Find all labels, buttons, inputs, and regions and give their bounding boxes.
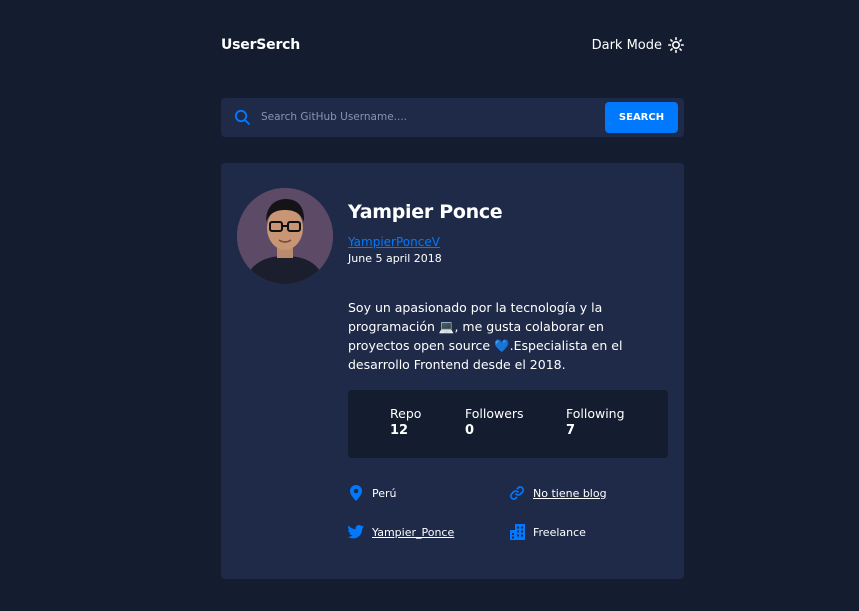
stat-following: Following 7 xyxy=(566,406,625,438)
location-text: Perú xyxy=(372,486,397,500)
building-icon xyxy=(509,524,525,540)
twitter-row: Yampier_Ponce xyxy=(348,524,454,540)
search-button[interactable]: SEARCH xyxy=(605,102,678,133)
stat-label: Following xyxy=(566,406,625,421)
profile-card: Yampier Ponce YampierPonceV June 5 april… xyxy=(221,163,684,579)
sun-icon xyxy=(668,37,684,53)
twitter-link[interactable]: Yampier_Ponce xyxy=(372,526,454,539)
link-icon xyxy=(509,485,525,501)
profile-name: Yampier Ponce xyxy=(348,201,503,223)
stat-value: 7 xyxy=(566,423,576,438)
stat-label: Followers xyxy=(465,406,524,421)
blog-link[interactable]: No tiene blog xyxy=(533,487,607,500)
profile-login-link[interactable]: YampierPonceV xyxy=(348,235,440,249)
search-icon xyxy=(234,109,251,130)
stats-panel: Repo 12 Followers 0 Following 7 xyxy=(348,390,668,458)
stat-label: Repo xyxy=(390,406,422,421)
search-bar: SEARCH xyxy=(221,98,684,137)
app-title: UserSerch xyxy=(221,37,301,53)
stat-value: 12 xyxy=(390,423,409,438)
avatar xyxy=(237,188,333,284)
header: UserSerch Dark Mode xyxy=(221,37,684,57)
location-pin-icon xyxy=(348,485,364,501)
blog-row: No tiene blog xyxy=(509,485,607,501)
profile-bio: Soy un apasionado por la tecnología y la… xyxy=(348,300,623,372)
twitter-icon xyxy=(348,524,364,540)
company-text: Freelance xyxy=(533,525,586,539)
search-input[interactable] xyxy=(261,106,601,128)
theme-toggle[interactable]: Dark Mode xyxy=(592,37,684,53)
company-row: Freelance xyxy=(509,524,586,540)
stat-followers: Followers 0 xyxy=(465,406,524,438)
stat-value: 0 xyxy=(465,423,475,438)
location-row: Perú xyxy=(348,485,397,501)
theme-toggle-label: Dark Mode xyxy=(591,37,662,53)
stat-repo: Repo 12 xyxy=(390,406,421,438)
join-date: June 5 april 2018 xyxy=(348,252,442,265)
